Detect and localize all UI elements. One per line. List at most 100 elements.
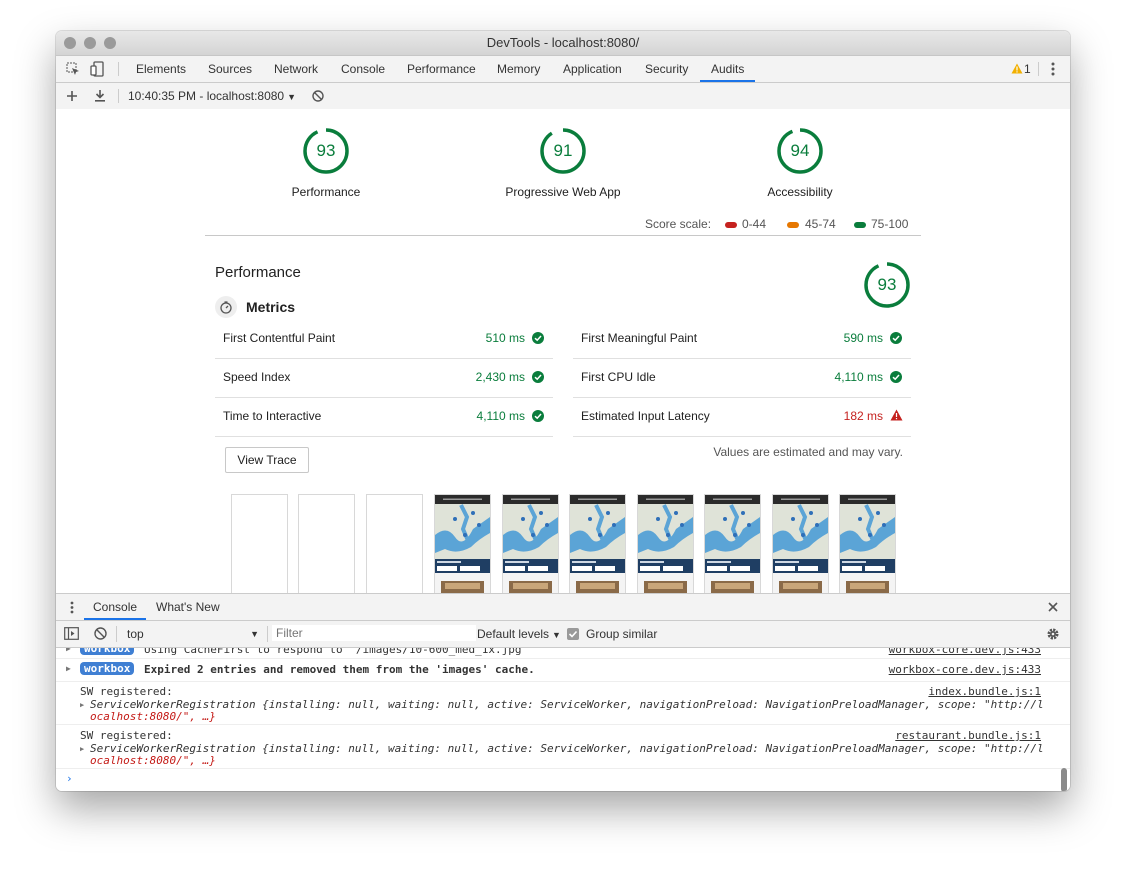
drawer-tab-whats-new[interactable]: What's New	[156, 594, 220, 620]
metric-value: 4,110 ms	[834, 370, 883, 384]
expand-triangle-icon[interactable]: ▶	[66, 648, 71, 653]
tab-divider	[118, 62, 119, 76]
expand-triangle-icon[interactable]: ▶	[80, 701, 84, 709]
devtools-window: DevTools - localhost:8080/ Elements Sour…	[56, 31, 1070, 791]
tab-memory[interactable]: Memory	[497, 56, 540, 82]
message-text: Expired 2 entries and removed them from …	[144, 663, 535, 676]
fail-warning-icon	[890, 409, 903, 421]
log-levels-label: Default levels	[477, 627, 550, 641]
metric-value: 4,110 ms	[476, 409, 525, 423]
pass-check-icon	[532, 410, 544, 422]
section-score-value: 93	[877, 275, 897, 294]
warning-count[interactable]: 1	[1024, 56, 1031, 82]
log-levels-select[interactable]: Default levels ▼	[477, 621, 561, 648]
page-screenshot-thumbnail	[503, 495, 558, 593]
score-value: 93	[316, 141, 336, 160]
page-screenshot-thumbnail	[773, 495, 828, 593]
close-window-button[interactable]	[64, 37, 76, 49]
more-options-icon[interactable]	[1051, 62, 1055, 76]
row-divider	[573, 358, 911, 359]
filmstrip-frame	[569, 494, 626, 593]
filmstrip-frame	[704, 494, 761, 593]
chevron-down-icon: ▼	[250, 629, 259, 639]
context-select[interactable]: top ▼	[127, 621, 259, 647]
filmstrip-frame	[434, 494, 491, 593]
tab-console[interactable]: Console	[341, 56, 385, 82]
minimize-window-button[interactable]	[84, 37, 96, 49]
tab-divider	[1038, 62, 1039, 76]
download-icon[interactable]	[94, 89, 106, 102]
source-link[interactable]: workbox-core.dev.js:433	[889, 663, 1041, 676]
scrollbar-thumb[interactable]	[1061, 768, 1067, 791]
metric-label: Speed Index	[223, 370, 291, 384]
filmstrip-frame	[298, 494, 355, 593]
source-link[interactable]: restaurant.bundle.js:1	[895, 729, 1041, 742]
console-message[interactable]: ▶ workbox Expired 2 entries and removed …	[56, 659, 1070, 682]
metric-value: 182 ms	[843, 409, 883, 423]
section-title: Performance	[215, 264, 301, 281]
page-screenshot-thumbnail	[840, 495, 895, 593]
source-link[interactable]: workbox-core.dev.js:433	[889, 648, 1041, 656]
report-select[interactable]: 10:40:35 PM - localhost:8080 ▼	[128, 83, 296, 110]
sidebar-toggle-icon[interactable]	[64, 627, 79, 640]
console-toolbar: top▼ Default levels▼ Group similar	[56, 621, 1070, 648]
drawer-tab-console[interactable]: Console	[84, 594, 147, 620]
filmstrip-frame	[366, 494, 423, 593]
object-preview: ocalhost:8080/", …}	[90, 754, 216, 767]
tab-application[interactable]: Application	[563, 56, 622, 82]
clear-icon[interactable]	[312, 90, 324, 102]
workbox-badge: workbox	[80, 648, 135, 655]
metric-label: Estimated Input Latency	[581, 409, 710, 423]
filmstrip-frame	[502, 494, 559, 593]
view-trace-button[interactable]: View Trace	[225, 447, 309, 473]
pass-check-icon	[890, 371, 902, 383]
source-link[interactable]: index.bundle.js:1	[928, 685, 1041, 698]
score-value: 91	[553, 141, 573, 160]
expand-triangle-icon[interactable]: ▶	[80, 745, 84, 753]
divider	[205, 235, 921, 236]
device-toolbar-icon[interactable]	[90, 61, 104, 77]
console-message[interactable]: SW registered: index.bundle.js:1 ▶ Servi…	[56, 682, 1070, 725]
clear-console-icon[interactable]	[94, 627, 107, 640]
tab-network[interactable]: Network	[274, 56, 318, 82]
console-prompt-input[interactable]	[78, 770, 1038, 788]
toolbar-divider	[118, 89, 119, 103]
expand-triangle-icon[interactable]: ▶	[66, 664, 71, 673]
object-preview[interactable]: ServiceWorkerRegistration {installing: n…	[90, 698, 1045, 711]
row-divider	[215, 436, 553, 437]
tab-elements[interactable]: Elements	[136, 56, 186, 82]
warning-icon[interactable]	[1011, 63, 1023, 74]
group-similar-checkbox[interactable]	[567, 628, 579, 640]
object-preview[interactable]: ServiceWorkerRegistration {installing: n…	[90, 742, 1045, 755]
metric-value: 2,430 ms	[475, 370, 525, 384]
drawer-menu-icon[interactable]	[70, 601, 74, 614]
plus-icon[interactable]	[66, 90, 78, 102]
row-divider	[573, 436, 911, 437]
metric-label: First CPU Idle	[581, 370, 656, 384]
tab-security[interactable]: Security	[645, 56, 688, 82]
inspect-element-icon[interactable]	[66, 62, 80, 76]
tab-sources[interactable]: Sources	[208, 56, 252, 82]
console-drawer: Console What's New top▼ Default levels▼ …	[56, 593, 1070, 791]
message-text: SW registered:	[80, 685, 173, 698]
page-screenshot-thumbnail	[570, 495, 625, 593]
report-select-label: 10:40:35 PM - localhost:8080	[128, 89, 285, 103]
console-message[interactable]: ▶ workbox Using CacheFirst to respond to…	[56, 648, 1070, 659]
panel-tabbar: Elements Sources Network Console Perform…	[56, 56, 1070, 83]
filmstrip-frame	[231, 494, 288, 593]
tab-audits[interactable]: Audits	[700, 56, 756, 82]
score-label: Accessibility	[767, 185, 833, 199]
filter-input[interactable]	[272, 625, 476, 641]
score-scale-label: Score scale:	[645, 217, 712, 231]
zoom-window-button[interactable]	[104, 37, 116, 49]
console-message[interactable]: SW registered: restaurant.bundle.js:1 ▶ …	[56, 726, 1070, 769]
filmstrip-frame	[839, 494, 896, 593]
gear-icon[interactable]	[1046, 627, 1060, 641]
close-icon[interactable]	[1048, 602, 1058, 612]
tab-performance[interactable]: Performance	[407, 56, 476, 82]
row-divider	[215, 397, 553, 398]
context-select-label: top	[127, 627, 144, 641]
filmstrip-frame	[637, 494, 694, 593]
pass-check-icon	[890, 332, 902, 344]
row-divider	[573, 397, 911, 398]
